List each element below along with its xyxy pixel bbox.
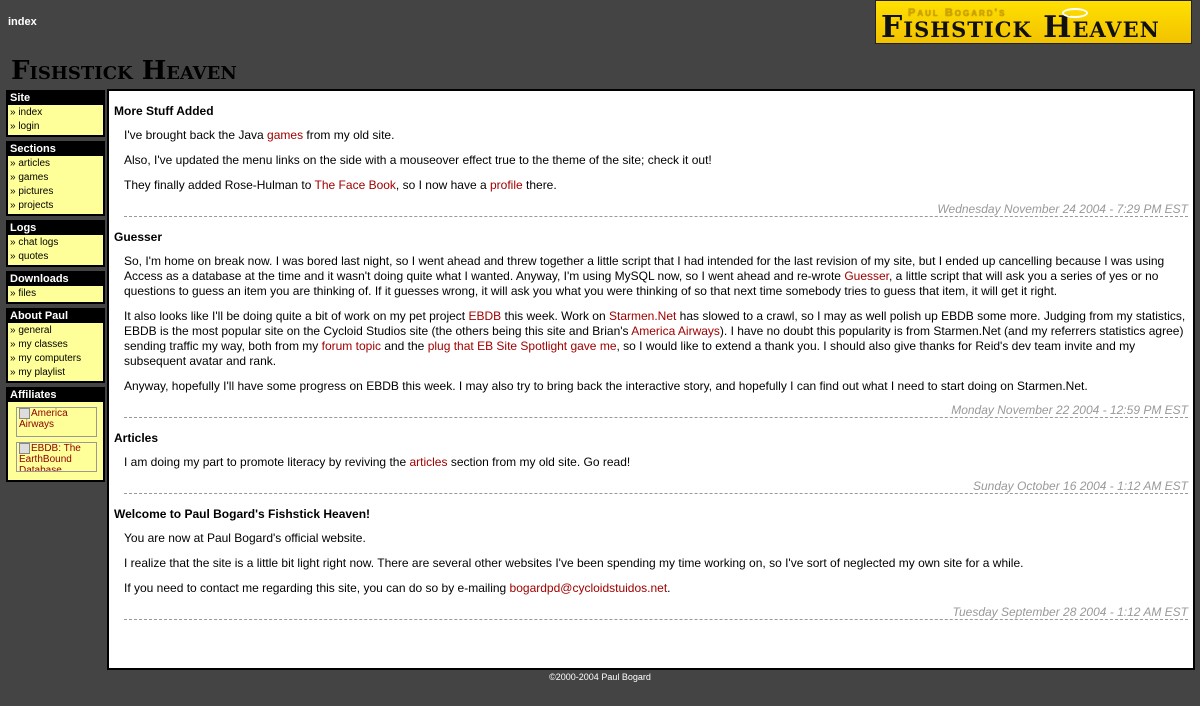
text: from my old site. [303, 128, 395, 142]
email-link[interactable]: bogardpd@cycloidstuidos.net [510, 581, 668, 595]
text: section from my old site. Go read! [447, 455, 631, 469]
broken-image-icon [19, 443, 30, 454]
post-date: Wednesday November 24 2004 - 7:29 PM EST [124, 203, 1188, 217]
footer-copyright: ©2000-2004 Paul Bogard [549, 672, 651, 682]
sidebar-item-my-computers[interactable]: » my computers [10, 352, 101, 366]
affiliate-banner-ebdb[interactable]: EBDB: The EarthBound Database [16, 442, 97, 472]
profile-link[interactable]: profile [490, 178, 523, 192]
news-post: Articles I am doing my part to promote l… [114, 431, 1188, 494]
news-post: More Stuff Added I've brought back the J… [114, 104, 1188, 217]
post-paragraph: I've brought back the Java games from my… [124, 128, 1188, 143]
post-title: More Stuff Added [114, 104, 214, 118]
sidebar-item-my-playlist[interactable]: » my playlist [10, 366, 101, 380]
post-paragraph: Also, I've updated the menu links on the… [124, 153, 712, 167]
sidebar-item-index[interactable]: » index [10, 106, 101, 120]
sidebar-item-articles[interactable]: » articles [10, 157, 101, 171]
post-paragraph: You are now at Paul Bogard's official we… [124, 531, 366, 545]
page-title: Fishstick Heaven [11, 56, 237, 86]
sidebar-heading: Downloads [10, 273, 69, 285]
games-link[interactable]: games [267, 128, 303, 142]
sidebar-group-downloads: Downloads » files [6, 271, 105, 304]
news-post: Guesser So, I'm home on break now. I was… [114, 230, 1188, 418]
post-paragraph: I am doing my part to promote literacy b… [124, 455, 1188, 470]
text: this week. Work on [501, 309, 609, 323]
banner-title: Fishstick Heaven [881, 10, 1160, 44]
broken-image-icon [19, 408, 30, 419]
america-airways-link[interactable]: America Airways [631, 324, 720, 338]
text: , so I now have a [395, 178, 490, 192]
sidebar-heading: Affiliates [10, 389, 57, 401]
sidebar-heading: Logs [10, 222, 37, 234]
sidebar-item-projects[interactable]: » projects [10, 199, 101, 213]
sidebar-group-affiliates: Affiliates America Airways EBDB: The Ear… [6, 387, 105, 482]
sidebar-group-about: About Paul » general » my classes » my c… [6, 308, 105, 383]
sidebar-group-site: Site » index » login [6, 90, 105, 137]
sidebar-heading: Sections [10, 143, 56, 155]
text: It also looks like I'll be doing quite a… [124, 309, 469, 323]
sidebar-item-games[interactable]: » games [10, 171, 101, 185]
post-date: Tuesday September 28 2004 - 1:12 AM EST [124, 606, 1188, 620]
starmen-net-link[interactable]: Starmen.Net [609, 309, 676, 323]
text: If you need to contact me regarding this… [124, 581, 510, 595]
articles-link[interactable]: articles [409, 455, 447, 469]
forum-topic-link[interactable]: forum topic [322, 339, 381, 353]
ebdb-link[interactable]: EBDB [468, 309, 501, 323]
sidebar-item-my-classes[interactable]: » my classes [10, 338, 101, 352]
post-paragraph: Anyway, hopefully I'll have some progres… [124, 379, 1088, 393]
post-title: Articles [114, 431, 159, 445]
sidebar-item-login[interactable]: » login [10, 120, 101, 134]
sidebar-item-pictures[interactable]: » pictures [10, 185, 101, 199]
sidebar-group-logs: Logs » chat logs » quotes [6, 220, 105, 267]
text: and the [380, 339, 428, 353]
post-date: Sunday October 16 2004 - 1:12 AM EST [124, 480, 1188, 494]
sidebar-item-general[interactable]: » general [10, 324, 101, 338]
sidebar-heading: About Paul [10, 310, 69, 322]
news-post: Welcome to Paul Bogard's Fishstick Heave… [114, 507, 1188, 620]
text: . [667, 581, 671, 595]
sidebar-group-sections: Sections » articles » games » pictures »… [6, 141, 105, 216]
halo-icon [1062, 8, 1088, 18]
spotlight-link[interactable]: plug that EB Site Spotlight gave me [428, 339, 617, 353]
sidebar-item-quotes[interactable]: » quotes [10, 250, 101, 264]
post-title: Guesser [114, 230, 163, 244]
text: I am doing my part to promote literacy b… [124, 455, 410, 469]
the-face-book-link[interactable]: The Face Book [315, 178, 396, 192]
affiliate-banner-america-airways[interactable]: America Airways [16, 407, 97, 437]
sidebar-heading: Site [10, 92, 31, 104]
sidebar: Site » index » login Sections » articles… [6, 90, 105, 486]
post-paragraph: It also looks like I'll be doing quite a… [124, 309, 1188, 369]
post-date: Monday November 22 2004 - 12:59 PM EST [124, 404, 1188, 418]
text: I've brought back the Java [124, 128, 268, 142]
guesser-link[interactable]: Guesser [844, 269, 889, 283]
content-panel: More Stuff Added I've brought back the J… [107, 89, 1195, 670]
post-paragraph: So, I'm home on break now. I was bored l… [124, 254, 1188, 299]
sidebar-item-chat-logs[interactable]: » chat logs [10, 236, 101, 250]
post-paragraph: I realize that the site is a little bit … [124, 556, 1024, 570]
post-title: Welcome to Paul Bogard's Fishstick Heave… [114, 507, 371, 521]
sidebar-item-files[interactable]: » files [10, 287, 101, 301]
breadcrumb[interactable]: index [8, 16, 37, 28]
text: They finally added Rose-Hulman to [124, 178, 315, 192]
text: there. [522, 178, 557, 192]
post-paragraph: They finally added Rose-Hulman to The Fa… [124, 178, 1188, 193]
post-paragraph: If you need to contact me regarding this… [124, 581, 1188, 596]
site-banner-logo[interactable]: Paul Bogard's Fishstick Heaven [875, 0, 1192, 44]
